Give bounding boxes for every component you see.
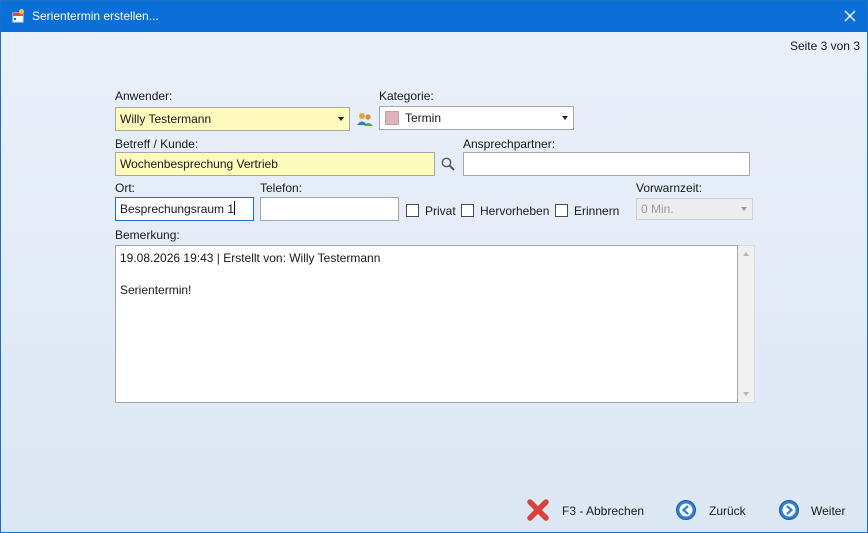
privat-label[interactable]: Privat — [425, 204, 456, 218]
vorwarnzeit-combobox[interactable]: 0 Min. — [636, 198, 753, 220]
users-icon[interactable] — [356, 110, 374, 128]
arrow-right-icon — [779, 500, 799, 520]
bemerkung-line-2: Serientermin! — [120, 283, 192, 297]
erinnern-label[interactable]: Erinnern — [574, 204, 619, 218]
anwender-label: Anwender: — [115, 89, 173, 103]
vorwarnzeit-value: 0 Min. — [641, 202, 674, 216]
bemerkung-blank-line — [120, 266, 733, 282]
back-button[interactable]: Zurück — [675, 495, 750, 525]
cancel-label: F3 - Abbrechen — [562, 504, 645, 518]
hervorheben-checkbox[interactable] — [461, 204, 474, 217]
back-label: Zurück — [709, 504, 746, 518]
search-icon[interactable] — [440, 156, 456, 172]
bemerkung-textarea[interactable]: 19.08.2026 19:43 | Erstellt von: Willy T… — [115, 245, 738, 403]
ort-input[interactable]: Besprechungsraum 1 — [115, 197, 254, 221]
ort-value: Besprechungsraum 1 — [120, 202, 235, 216]
window-title: Serientermin erstellen... — [32, 9, 159, 23]
text-cursor — [234, 201, 236, 215]
anwender-value: Willy Testermann — [120, 112, 212, 126]
privat-checkbox[interactable] — [406, 204, 419, 217]
cancel-button[interactable]: F3 - Abbrechen — [525, 495, 650, 525]
kategorie-label: Kategorie: — [379, 89, 434, 103]
chevron-down-icon — [741, 207, 747, 211]
calendar-app-icon — [12, 9, 24, 23]
bemerkung-label: Bemerkung: — [115, 228, 180, 242]
next-button[interactable]: Weiter — [778, 495, 850, 525]
betreff-input[interactable]: Wochenbesprechung Vertrieb — [115, 152, 435, 176]
bemerkung-line-1: 19.08.2026 19:43 | Erstellt von: Willy T… — [120, 251, 381, 265]
bemerkung-scrollbar[interactable] — [738, 245, 755, 403]
betreff-label: Betreff / Kunde: — [115, 137, 199, 151]
title-bar[interactable]: Serientermin erstellen... — [1, 1, 867, 32]
scroll-down-icon[interactable] — [743, 392, 749, 396]
category-color-swatch — [385, 111, 399, 125]
chevron-down-icon — [562, 116, 568, 120]
ansprechpartner-label: Ansprechpartner: — [463, 137, 556, 151]
scroll-up-icon[interactable] — [743, 252, 749, 256]
next-label: Weiter — [811, 504, 846, 518]
erinnern-checkbox[interactable] — [555, 204, 568, 217]
telefon-input[interactable] — [260, 197, 399, 221]
betreff-value: Wochenbesprechung Vertrieb — [120, 157, 278, 171]
kategorie-value: Termin — [405, 111, 442, 125]
anwender-combobox[interactable]: Willy Testermann — [115, 107, 350, 131]
dialog-window: Serientermin erstellen... Seite 3 von 3 … — [0, 0, 868, 533]
arrow-left-icon — [676, 500, 696, 520]
hervorheben-label[interactable]: Hervorheben — [480, 204, 549, 218]
red-x-icon — [527, 499, 549, 521]
telefon-label: Telefon: — [260, 181, 303, 195]
page-indicator: Seite 3 von 3 — [789, 39, 860, 53]
ansprechpartner-input[interactable] — [463, 152, 750, 176]
vorwarnzeit-label: Vorwarnzeit: — [636, 181, 703, 195]
chevron-down-icon — [338, 117, 344, 121]
ort-label: Ort: — [115, 181, 135, 195]
kategorie-combobox[interactable]: Termin — [379, 106, 574, 130]
close-icon[interactable] — [841, 7, 859, 25]
